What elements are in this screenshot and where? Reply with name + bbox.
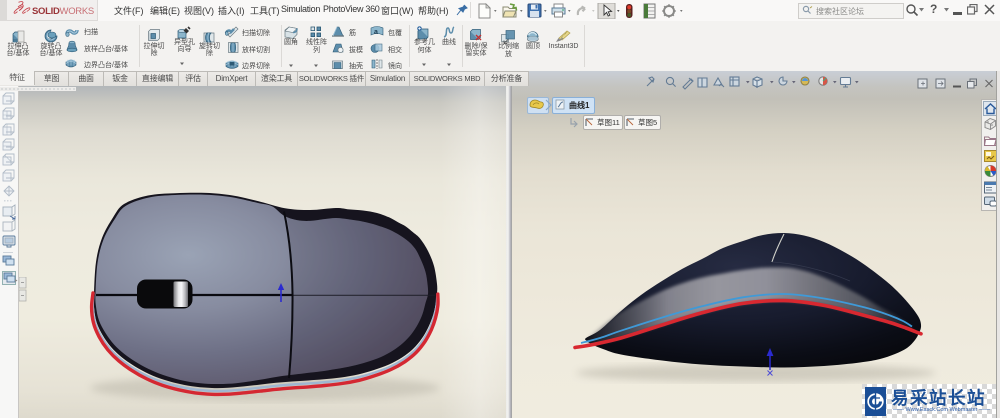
- svg-text:a: a: [374, 29, 378, 36]
- svg-text:SOLIDWORKS: SOLIDWORKS: [32, 6, 94, 17]
